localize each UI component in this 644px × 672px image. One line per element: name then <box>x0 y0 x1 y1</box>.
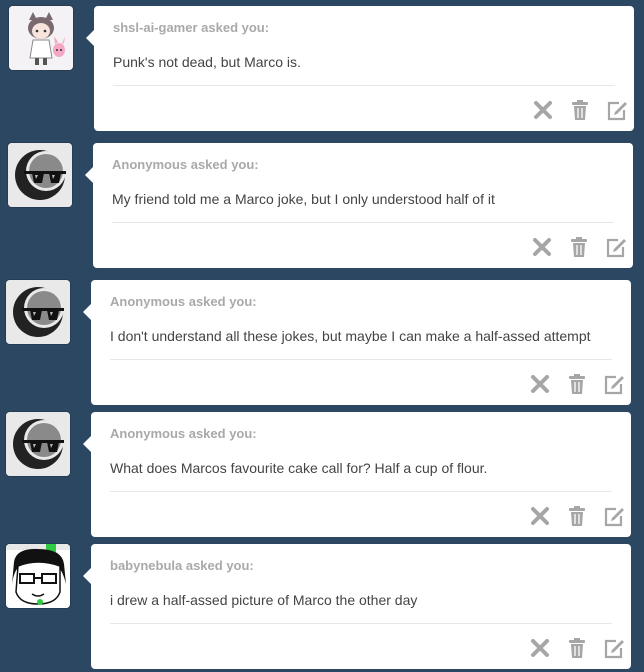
edit-icon <box>604 375 624 395</box>
question-text: I don't understand all these jokes, but … <box>110 328 591 344</box>
question-text: My friend told me a Marco joke, but I on… <box>112 191 495 207</box>
anime-character-avatar-icon <box>9 6 73 70</box>
avatar[interactable] <box>8 143 72 207</box>
anonymous-sunglasses-avatar-icon <box>6 280 70 344</box>
avatar[interactable] <box>6 280 70 344</box>
asker-name[interactable]: babynebula asked you: <box>110 558 254 573</box>
edit-icon <box>606 238 626 258</box>
asker-name[interactable]: Anonymous asked you: <box>110 426 257 441</box>
edit-icon <box>607 101 627 121</box>
edit-button[interactable] <box>603 637 625 659</box>
edit-button[interactable] <box>603 373 625 395</box>
asker-name[interactable]: Anonymous asked you: <box>112 157 259 172</box>
ask-card: Anonymous asked you: My friend told me a… <box>85 143 633 268</box>
question-text: What does Marcos favourite cake call for… <box>110 460 488 476</box>
divider <box>110 491 612 492</box>
trash-button[interactable] <box>566 373 588 395</box>
edit-button[interactable] <box>606 99 628 121</box>
delete-button[interactable] <box>529 505 551 527</box>
avatar[interactable] <box>9 6 73 70</box>
edit-icon <box>604 507 624 527</box>
anonymous-sunglasses-avatar-icon <box>8 143 72 207</box>
trash-icon <box>569 374 585 394</box>
ask-card: shsl-ai-gamer asked you: Punk's not dead… <box>86 6 634 131</box>
delete-button[interactable] <box>529 373 551 395</box>
question-text: i drew a half-assed picture of Marco the… <box>110 592 418 608</box>
trash-button[interactable] <box>566 637 588 659</box>
asker-name[interactable]: Anonymous asked you: <box>110 294 257 309</box>
divider <box>113 85 615 86</box>
comic-character-avatar-icon <box>6 544 70 608</box>
avatar[interactable] <box>6 412 70 476</box>
trash-button[interactable] <box>569 99 591 121</box>
delete-button[interactable] <box>531 236 553 258</box>
trash-button[interactable] <box>568 236 590 258</box>
ask-card: Anonymous asked you: I don't understand … <box>83 280 631 405</box>
trash-button[interactable] <box>566 505 588 527</box>
question-text: Punk's not dead, but Marco is. <box>113 54 301 70</box>
x-icon <box>531 375 549 393</box>
divider <box>110 359 612 360</box>
trash-icon <box>572 100 588 120</box>
x-icon <box>531 639 549 657</box>
delete-button[interactable] <box>532 99 554 121</box>
ask-card: Anonymous asked you: What does Marcos fa… <box>83 412 631 537</box>
edit-button[interactable] <box>605 236 627 258</box>
trash-icon <box>569 506 585 526</box>
anonymous-sunglasses-avatar-icon <box>6 412 70 476</box>
trash-icon <box>569 638 585 658</box>
trash-icon <box>571 237 587 257</box>
avatar[interactable] <box>6 544 70 608</box>
asker-name[interactable]: shsl-ai-gamer asked you: <box>113 20 269 35</box>
delete-button[interactable] <box>529 637 551 659</box>
x-icon <box>531 507 549 525</box>
divider <box>110 623 612 624</box>
edit-icon <box>604 639 624 659</box>
ask-card: babynebula asked you: i drew a half-asse… <box>83 544 631 669</box>
x-icon <box>534 101 552 119</box>
divider <box>112 222 614 223</box>
x-icon <box>533 238 551 256</box>
edit-button[interactable] <box>603 505 625 527</box>
